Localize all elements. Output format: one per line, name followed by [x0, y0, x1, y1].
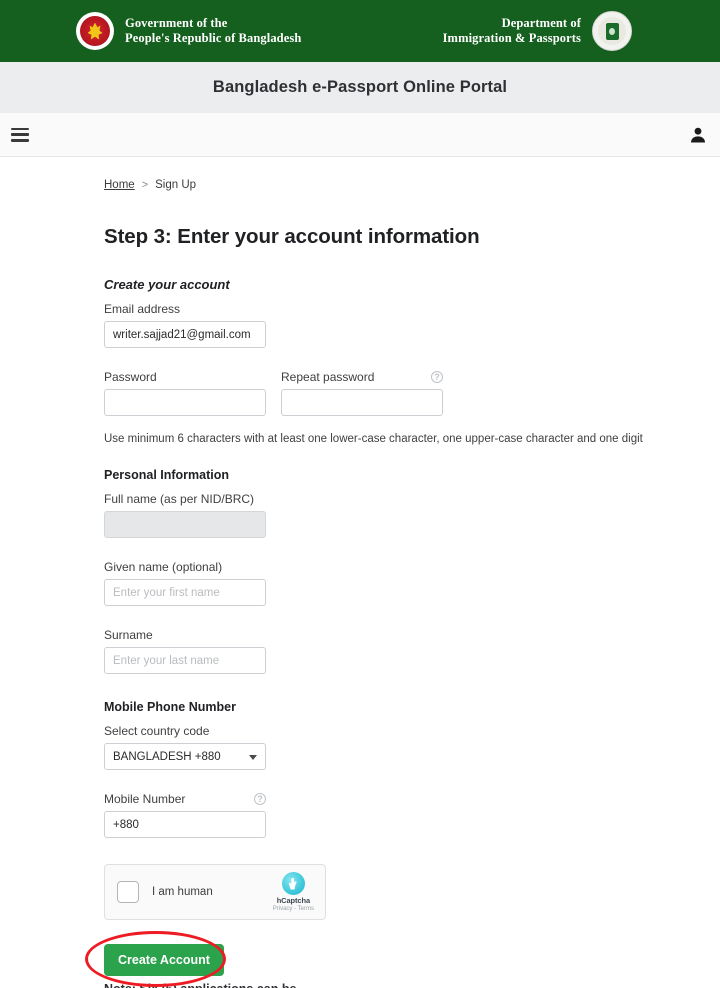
government-branding: Government of the People's Republic of B… — [76, 12, 301, 50]
hcaptcha-brand-name: hCaptcha — [276, 896, 311, 905]
full-name-label: Full name (as per NID/BRC) — [104, 492, 255, 506]
navigation-bar — [0, 113, 720, 157]
department-title-line1: Department of — [501, 16, 581, 30]
given-name-label: Given name (optional) — [104, 560, 223, 574]
signup-form-content: Home > Sign Up Step 3: Enter your accoun… — [0, 157, 720, 988]
hcaptcha-hand-logo-icon — [281, 872, 305, 895]
department-branding: Department of Immigration & Passports — [443, 11, 632, 51]
surname-input[interactable] — [104, 647, 266, 674]
breadcrumb-link-home[interactable]: Home — [104, 179, 135, 191]
government-header-bar: Government of the People's Republic of B… — [0, 0, 720, 62]
user-account-icon[interactable] — [688, 125, 708, 145]
full-name-input — [104, 511, 266, 538]
hcaptcha-checkbox[interactable] — [117, 881, 139, 903]
hamburger-menu-icon[interactable] — [11, 127, 29, 142]
mobile-number-input[interactable] — [104, 811, 266, 838]
hcaptcha-branding: hCaptcha Privacy - Terms — [273, 872, 314, 912]
portal-title-bar: Bangladesh e-Passport Online Portal — [0, 62, 720, 113]
full-name-field-group: Full name (as per NID/BRC) — [104, 492, 720, 538]
repeat-password-input[interactable] — [281, 389, 443, 416]
password-requirements-hint: Use minimum 6 characters with at least o… — [104, 433, 643, 445]
page-title: Bangladesh e-Passport Online Portal — [212, 78, 508, 96]
create-account-area: Create Account Note: Six (6) application… — [85, 931, 296, 988]
personal-information-heading: Personal Information — [104, 468, 230, 482]
password-field-group: Password — [104, 370, 266, 416]
create-account-section-heading: Create your account — [104, 277, 230, 292]
password-fields-row: Password Repeat password ? — [104, 370, 720, 416]
repeat-password-label-row: Repeat password ? — [281, 370, 443, 384]
given-name-input[interactable] — [104, 579, 266, 606]
help-circle-icon[interactable]: ? — [254, 793, 266, 805]
password-input[interactable] — [104, 389, 266, 416]
government-title: Government of the People's Republic of B… — [125, 16, 301, 46]
repeat-password-label: Repeat password — [281, 370, 375, 384]
breadcrumb-current-signup: Sign Up — [155, 179, 197, 191]
hcaptcha-label: I am human — [152, 886, 213, 898]
breadcrumb: Home > Sign Up — [104, 179, 720, 191]
government-title-line1: Government of the — [125, 16, 228, 30]
government-title-line2: People's Republic of Bangladesh — [125, 31, 302, 45]
create-account-button[interactable]: Create Account — [104, 944, 224, 976]
department-title-line2: Immigration & Passports — [442, 31, 581, 45]
step-heading: Step 3: Enter your account information — [104, 225, 480, 248]
country-code-field-group: Select country code BANGLADESH +880 — [104, 724, 720, 770]
country-code-label: Select country code — [104, 724, 210, 738]
hcaptcha-widget[interactable]: I am human hCaptcha Privacy - Terms — [104, 864, 326, 920]
surname-field-group: Surname — [104, 628, 720, 674]
password-label: Password — [104, 370, 157, 384]
department-immigration-passports-seal-icon — [592, 11, 632, 51]
mobile-phone-heading: Mobile Phone Number — [104, 700, 236, 714]
email-input[interactable] — [104, 321, 266, 348]
mobile-number-label-row: Mobile Number ? — [104, 792, 266, 806]
given-name-field-group: Given name (optional) — [104, 560, 720, 606]
application-note-text: Note: Six (6) applications can be — [104, 982, 296, 988]
email-label: Email address — [104, 302, 181, 316]
help-circle-icon[interactable]: ? — [431, 371, 443, 383]
bangladesh-national-emblem-icon — [76, 12, 114, 50]
surname-label: Surname — [104, 628, 153, 642]
mobile-number-label: Mobile Number — [104, 792, 186, 806]
email-field-group: Email address — [104, 302, 720, 348]
country-code-select[interactable]: BANGLADESH +880 — [104, 743, 266, 770]
mobile-number-field-group: Mobile Number ? — [104, 792, 720, 838]
hcaptcha-privacy-terms-links[interactable]: Privacy - Terms — [273, 906, 314, 912]
repeat-password-field-group: Repeat password ? — [281, 370, 443, 416]
breadcrumb-separator-icon: > — [141, 179, 149, 191]
department-title: Department of Immigration & Passports — [443, 16, 581, 46]
